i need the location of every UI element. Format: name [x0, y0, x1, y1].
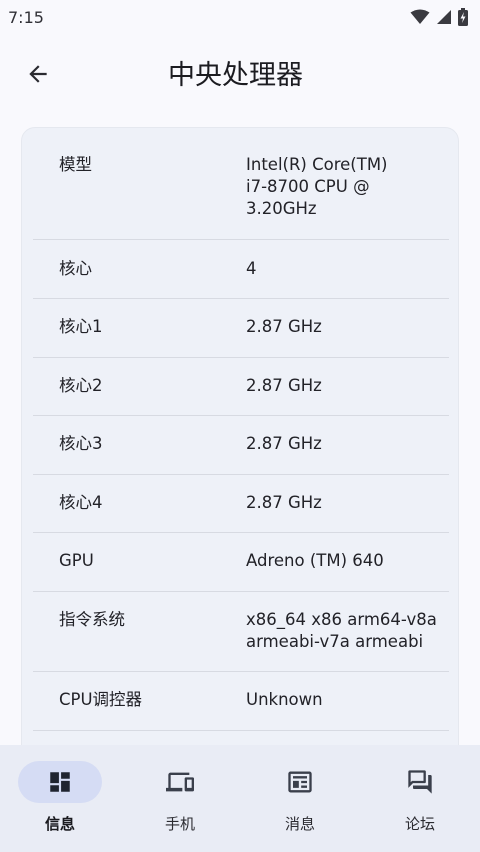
row-value: 4: [246, 259, 257, 278]
status-time: 7:15: [8, 7, 44, 27]
bottom-navigation: 信息 手机 消息 论坛: [0, 745, 480, 852]
cpu-info-card: 模型 Intel(R) Core(TM) i7-8700 CPU @ 3.20G…: [21, 127, 459, 777]
row-value: 2.87 GHz: [246, 493, 322, 512]
row-label: GPU: [59, 551, 94, 570]
row-value: Unknown: [246, 690, 323, 709]
nav-item-news[interactable]: 消息: [240, 745, 360, 845]
row-label: 核心: [59, 259, 92, 278]
newspaper-icon: [284, 766, 316, 798]
row-label: 模型: [59, 155, 92, 174]
battery-charging-icon: [458, 8, 468, 26]
info-row-core2: 核心2 2.87 GHz: [33, 358, 449, 416]
nav-item-phone[interactable]: 手机: [120, 745, 240, 845]
row-label: 核心3: [59, 434, 103, 453]
dashboard-icon: [44, 766, 76, 798]
info-row-cpu-governor: CPU调控器 Unknown: [33, 672, 449, 731]
nav-label: 信息: [44, 815, 75, 833]
info-row-core1: 核心1 2.87 GHz: [33, 299, 449, 358]
wifi-icon: [410, 9, 430, 25]
row-label: 核心2: [59, 376, 103, 395]
row-value: Adreno (TM) 640: [246, 551, 384, 570]
nav-item-info[interactable]: 信息: [0, 745, 120, 845]
nav-label: 手机: [164, 815, 195, 833]
forum-icon: [404, 766, 436, 798]
info-row-core4: 核心4 2.87 GHz: [33, 475, 449, 533]
info-row-core3: 核心3 2.87 GHz: [33, 416, 449, 475]
back-button[interactable]: [16, 54, 60, 98]
info-row-instruction-set: 指令系统 x86_64 x86 arm64-v8a armeabi-v7a ar…: [33, 592, 449, 672]
arrow-left-icon: [25, 61, 51, 91]
row-value: 2.87 GHz: [246, 317, 322, 336]
nav-label: 论坛: [404, 815, 435, 833]
app-bar: 中央处理器: [0, 40, 480, 112]
info-row-gpu: GPU Adreno (TM) 640: [33, 533, 449, 592]
row-value: 2.87 GHz: [246, 434, 322, 453]
cellular-signal-icon: [436, 9, 452, 25]
row-label: 核心4: [59, 493, 103, 512]
nav-label: 消息: [284, 815, 315, 833]
status-icons: [410, 8, 468, 26]
row-value: x86_64 x86 arm64-v8a armeabi-v7a armeabi: [246, 610, 437, 651]
row-label: 指令系统: [59, 610, 125, 629]
row-value: Intel(R) Core(TM) i7-8700 CPU @ 3.20GHz: [246, 155, 388, 218]
nav-item-forum[interactable]: 论坛: [360, 745, 480, 845]
row-label: 核心1: [59, 317, 103, 336]
row-value: 2.87 GHz: [246, 376, 322, 395]
info-row-cores: 核心 4: [33, 240, 449, 299]
row-label: CPU调控器: [59, 690, 143, 709]
status-bar: 7:15: [0, 0, 480, 34]
devices-icon: [164, 766, 196, 798]
page-title: 中央处理器: [168, 60, 303, 91]
info-row-model: 模型 Intel(R) Core(TM) i7-8700 CPU @ 3.20G…: [33, 128, 449, 240]
